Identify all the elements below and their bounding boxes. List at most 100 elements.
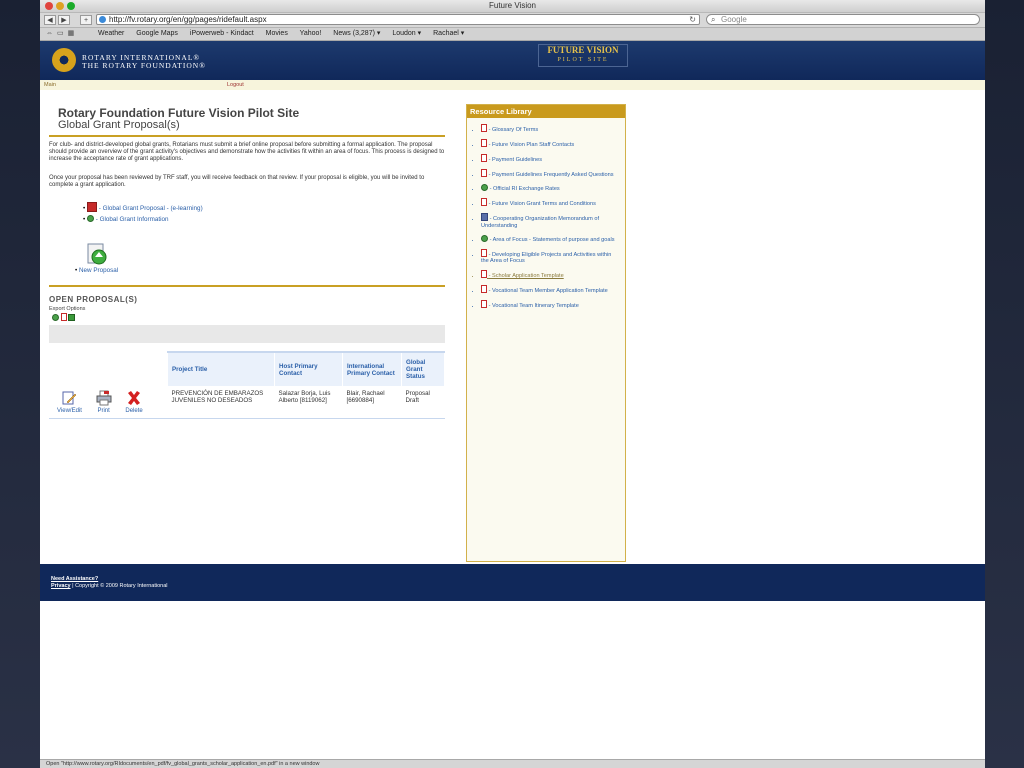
rotary-wheel-icon[interactable] xyxy=(52,48,76,72)
fv-logo-line-1: FUTURE VISION xyxy=(547,45,619,55)
new-proposal-link[interactable]: New Proposal xyxy=(79,267,118,274)
open-proposals-heading: OPEN PROPOSAL(S) xyxy=(49,295,138,304)
column-intl-contact[interactable]: International Primary Contact xyxy=(342,351,402,386)
resource-item-area-of-focus[interactable]: - Area of Focus - Statements of purpose … xyxy=(481,234,625,244)
column-host-contact[interactable]: Host Primary Contact xyxy=(274,351,343,386)
export-pdf-icon[interactable] xyxy=(60,313,67,321)
delete-x-icon xyxy=(126,390,142,406)
globe-icon xyxy=(481,234,488,242)
fv-logo-line-2: PILOT SITE xyxy=(557,57,609,63)
actions-column-header xyxy=(49,352,168,386)
bookmark-loudon[interactable]: Loudon ▾ xyxy=(392,30,421,37)
resource-label: - Payment Guidelines xyxy=(488,157,543,163)
resource-list: - Glossary Of Terms - Future Vision Plan… xyxy=(467,124,625,310)
copyright-text: | Copyright © 2009 Rotary International xyxy=(70,583,168,589)
column-project-title[interactable]: Project Title xyxy=(167,351,275,386)
pdf-icon xyxy=(481,198,487,206)
resource-item-exchange-rates[interactable]: - Official RI Exchange Rates xyxy=(481,184,625,193)
gold-divider-2 xyxy=(49,285,445,287)
word-doc-icon xyxy=(481,213,488,221)
site-icon xyxy=(99,16,106,23)
resource-label: - Future Vision Plan Staff Contacts xyxy=(488,142,575,148)
global-grant-links: • - Global Grant Proposal - (e-learning)… xyxy=(83,202,203,225)
resource-item-terms-conditions[interactable]: - Future Vision Grant Terms and Conditio… xyxy=(481,198,625,208)
column-grant-status[interactable]: Global Grant Status xyxy=(401,351,445,386)
info-link-item[interactable]: • - Global Grant Information xyxy=(83,214,203,225)
intro-paragraph-1: For club- and district-developed global … xyxy=(49,142,445,162)
resource-item-vocational-itinerary[interactable]: - Vocational Team Itinerary Template xyxy=(481,300,625,310)
resource-label: - Future Vision Grant Terms and Conditio… xyxy=(488,201,596,207)
search-field[interactable]: ⌕ Google xyxy=(706,14,980,25)
grant-information-link[interactable]: - Global Grant Information xyxy=(96,216,169,223)
site-footer: Need Assistance? Privacy | Copyright © 2… xyxy=(40,564,985,601)
need-assistance-link[interactable]: Need Assistance? xyxy=(51,576,98,582)
bookmark-rachael[interactable]: Rachael ▾ xyxy=(433,30,464,37)
bookmark-icons[interactable]: ⇔▭▦ xyxy=(46,28,78,40)
search-icon: ⌕ xyxy=(711,15,716,24)
cell-intl-contact: Blair, Rachael [6690884] xyxy=(342,386,402,419)
browser-toolbar: ◀ ▶ + http://fv.rotary.org/en/gg/pages/r… xyxy=(40,13,985,28)
elearning-link[interactable]: - Global Grant Proposal - (e-learning) xyxy=(99,205,203,212)
new-proposal-icon[interactable] xyxy=(85,242,109,266)
printer-icon xyxy=(96,390,112,406)
bookmark-news[interactable]: News (3,287) ▾ xyxy=(333,30,380,37)
delete-label: Delete xyxy=(125,408,143,414)
pdf-icon xyxy=(481,300,487,308)
export-web-icon[interactable] xyxy=(52,314,59,321)
export-excel-icon[interactable] xyxy=(68,314,76,321)
bookmarks-bar: ⇔▭▦ Weather Google Maps iPowerweb - Kind… xyxy=(40,28,985,41)
proposals-table: Project Title Host Primary Contact Inter… xyxy=(49,351,445,419)
resource-item-eligible-projects[interactable]: - Developing Eligible Projects and Activ… xyxy=(481,248,625,265)
resource-label: - Glossary Of Terms xyxy=(488,127,539,133)
elearning-link-item[interactable]: • - Global Grant Proposal - (e-learning) xyxy=(83,202,203,214)
browser-window: Future Vision ◀ ▶ + http://fv.rotary.org… xyxy=(40,0,985,768)
site-header: ROTARY INTERNATIONAL® THE ROTARY FOUNDAT… xyxy=(40,41,985,80)
export-options-label: Export Options xyxy=(49,306,86,312)
delete-action[interactable]: Delete xyxy=(125,390,143,414)
resource-item-staff-contacts[interactable]: - Future Vision Plan Staff Contacts xyxy=(481,139,625,149)
title-bar: Future Vision xyxy=(40,0,985,13)
address-bar[interactable]: http://fv.rotary.org/en/gg/pages/ridefau… xyxy=(96,14,700,25)
privacy-link[interactable]: Privacy xyxy=(51,583,71,589)
resource-label: - Developing Eligible Projects and Activ… xyxy=(481,251,612,265)
resource-item-memorandum[interactable]: - Cooperating Organization Memorandum of… xyxy=(481,213,625,229)
bookmark-google-maps[interactable]: Google Maps xyxy=(136,30,178,37)
resource-item-payment-faq[interactable]: - Payment Guidelines Frequently Asked Qu… xyxy=(481,169,625,179)
rotary-logo-text[interactable]: ROTARY INTERNATIONAL® THE ROTARY FOUNDAT… xyxy=(82,54,206,70)
resource-library: Resource Library - Glossary Of Terms - F… xyxy=(466,104,626,562)
status-bar: Open "http://www.rotary.org/RIdocuments/… xyxy=(40,759,985,768)
proposals-filter-bar xyxy=(49,325,445,343)
add-bookmark-button[interactable]: + xyxy=(80,15,92,25)
flash-icon xyxy=(86,202,97,212)
bookmark-ipowerweb[interactable]: iPowerweb - Kindact xyxy=(190,30,254,37)
globe-icon xyxy=(481,184,488,191)
cell-grant-status: Proposal Draft xyxy=(401,386,445,419)
main-content: Rotary Foundation Future Vision Pilot Si… xyxy=(40,88,985,563)
bookmark-weather[interactable]: Weather xyxy=(98,30,124,37)
back-button[interactable]: ◀ xyxy=(44,15,56,25)
gold-divider xyxy=(49,135,445,137)
pdf-icon xyxy=(481,124,487,132)
view-edit-action[interactable]: View/Edit xyxy=(57,390,82,414)
pdf-icon xyxy=(481,154,487,162)
resource-item-vocational-member[interactable]: - Vocational Team Member Application Tem… xyxy=(481,285,625,295)
pdf-icon xyxy=(481,270,487,278)
resource-item-scholar-template[interactable]: - Scholar Application Template xyxy=(481,270,625,280)
reload-icon[interactable]: ↻ xyxy=(689,15,696,25)
resource-label: - Official RI Exchange Rates xyxy=(489,186,560,192)
pdf-icon xyxy=(481,248,487,257)
pdf-icon xyxy=(481,169,487,177)
table-row: View/Edit Print Delete PREVENCIÓN DE EMB… xyxy=(49,386,445,419)
row-actions: View/Edit Print Delete xyxy=(49,386,168,419)
forward-button[interactable]: ▶ xyxy=(58,15,70,25)
resource-item-glossary[interactable]: - Glossary Of Terms xyxy=(481,124,625,134)
bookmark-movies[interactable]: Movies xyxy=(266,30,288,37)
print-action[interactable]: Print xyxy=(96,390,112,414)
window-title: Future Vision xyxy=(489,1,536,10)
edit-icon xyxy=(61,390,77,406)
footer-copyright: Privacy | Copyright © 2009 Rotary Intern… xyxy=(51,583,167,589)
resource-item-payment-guidelines[interactable]: - Payment Guidelines xyxy=(481,154,625,164)
cell-project-title: PREVENCIÓN DE EMBARAZOS JUVENILES NO DES… xyxy=(167,386,275,419)
resource-label: - Vocational Team Member Application Tem… xyxy=(488,288,608,294)
bookmark-yahoo[interactable]: Yahoo! xyxy=(300,30,322,37)
